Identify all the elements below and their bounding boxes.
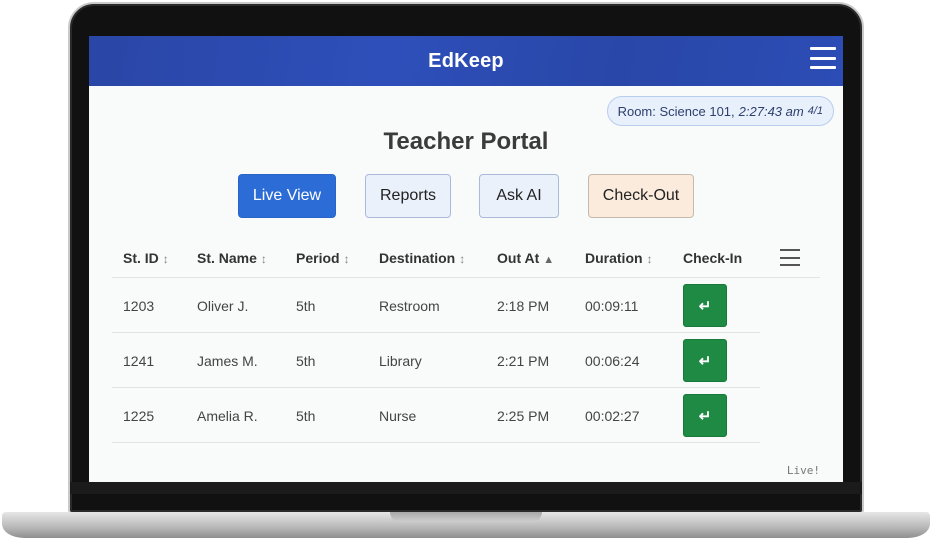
room-date: 4/1 (807, 105, 823, 117)
table-header: St. ID ↕ St. Name ↕ Period ↕ Destination ↕ O… (112, 236, 820, 278)
reports-button[interactable]: Reports (365, 174, 451, 218)
action-buttons: Live View Reports Ask AI Check-Out (89, 174, 843, 218)
cell-duration: 00:02:27 (585, 408, 640, 424)
cell-st-name: Amelia R. (197, 408, 258, 424)
room-label: Room: Science 101, (617, 103, 735, 119)
cell-st-id: 1225 (123, 408, 155, 424)
cell-duration: 00:09:11 (585, 298, 639, 314)
table-row: 1203 Oliver J. 5th Restroom 2:18 PM 00:0… (112, 278, 760, 333)
cell-destination: Library (379, 353, 422, 369)
column-header-st-name[interactable]: St. Name ↕ (197, 250, 267, 266)
sort-ascending-icon: ▲ (543, 254, 555, 266)
column-header-check-in: Check-In (683, 250, 743, 266)
hamburger-menu-icon[interactable] (810, 47, 836, 69)
column-header-duration[interactable]: Duration ↕ (585, 250, 653, 266)
room-status-badge: Room: Science 101, 2:27:43 am 4/1 (606, 96, 834, 126)
room-time: 2:27:43 am (738, 103, 804, 119)
laptop-notch (390, 512, 542, 522)
sort-icon: ↕ (343, 252, 350, 266)
sort-icon: ↕ (646, 252, 653, 266)
ask-ai-button[interactable]: Ask AI (479, 174, 559, 218)
cell-out-at: 2:18 PM (497, 298, 550, 314)
cell-period: 5th (296, 408, 316, 424)
column-header-st-id[interactable]: St. ID ↕ (123, 250, 169, 266)
cell-st-id: 1241 (123, 353, 155, 369)
sort-icon: ↕ (459, 252, 466, 266)
column-menu-icon[interactable] (780, 249, 800, 266)
app-screen: EdKeep Room: Science 101, 2:27:43 am 4/1… (89, 36, 843, 482)
cell-out-at: 2:21 PM (497, 353, 550, 369)
check-in-button[interactable]: ↵ (683, 284, 727, 327)
check-in-button[interactable]: ↵ (683, 394, 727, 437)
table-row: 1225 Amelia R. 5th Nurse 2:25 PM 00:02:2… (112, 388, 760, 443)
check-in-button[interactable]: ↵ (683, 339, 727, 382)
column-header-destination[interactable]: Destination ↕ (379, 250, 465, 266)
app-title: EdKeep (428, 49, 504, 72)
cell-st-name: James M. (197, 353, 258, 369)
cell-out-at: 2:25 PM (497, 408, 550, 424)
cell-destination: Restroom (379, 298, 440, 314)
cell-st-name: Oliver J. (197, 298, 249, 314)
cell-destination: Nurse (379, 408, 417, 424)
laptop-chin (70, 482, 862, 494)
column-header-out-at[interactable]: Out At ▲ (497, 250, 554, 266)
sort-icon: ↕ (162, 252, 169, 266)
check-out-button[interactable]: Check-Out (588, 174, 694, 218)
top-bar: EdKeep (89, 36, 843, 86)
table-row: 1241 James M. 5th Library 2:21 PM 00:06:… (112, 333, 760, 388)
cell-st-id: 1203 (123, 298, 155, 314)
column-header-period[interactable]: Period ↕ (296, 250, 350, 266)
sort-icon: ↕ (260, 252, 267, 266)
live-view-button[interactable]: Live View (238, 174, 336, 218)
cell-period: 5th (296, 353, 316, 369)
cell-period: 5th (296, 298, 316, 314)
cell-duration: 00:06:24 (585, 353, 640, 369)
page-title: Teacher Portal (383, 128, 549, 155)
live-indicator: Live! (786, 464, 820, 477)
hall-pass-table: St. ID ↕ St. Name ↕ Period ↕ Destination ↕ O… (112, 236, 820, 443)
